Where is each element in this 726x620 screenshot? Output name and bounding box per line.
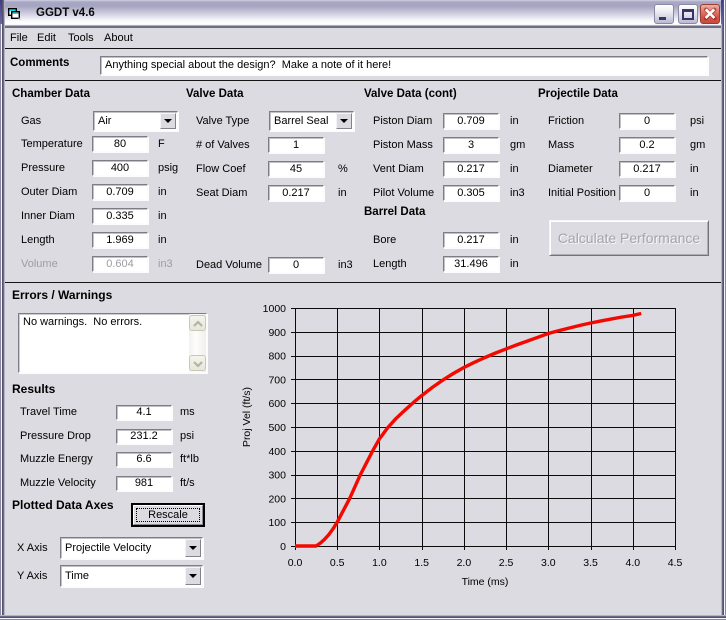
svg-text:2.5: 2.5 (499, 557, 514, 569)
svg-text:3.0: 3.0 (541, 557, 556, 569)
svg-text:1.5: 1.5 (414, 557, 429, 569)
svg-text:0.5: 0.5 (330, 557, 345, 569)
svg-text:1.0: 1.0 (372, 557, 387, 569)
svg-text:700: 700 (268, 374, 286, 386)
svg-text:3.5: 3.5 (583, 557, 598, 569)
svg-text:Proj Vel (ft/s): Proj Vel (ft/s) (241, 387, 253, 447)
svg-text:Time (ms): Time (ms) (462, 576, 509, 588)
svg-text:300: 300 (268, 470, 286, 482)
svg-text:4.5: 4.5 (668, 557, 683, 569)
svg-text:2.0: 2.0 (457, 557, 472, 569)
svg-text:600: 600 (268, 398, 286, 410)
svg-text:100: 100 (268, 517, 286, 529)
svg-text:900: 900 (268, 327, 286, 339)
svg-text:500: 500 (268, 422, 286, 434)
svg-text:1000: 1000 (263, 303, 287, 315)
svg-text:4.0: 4.0 (625, 557, 640, 569)
svg-text:800: 800 (268, 351, 286, 363)
svg-text:200: 200 (268, 493, 286, 505)
svg-text:0: 0 (280, 541, 286, 553)
svg-text:0.0: 0.0 (288, 557, 303, 569)
svg-text:400: 400 (268, 446, 286, 458)
